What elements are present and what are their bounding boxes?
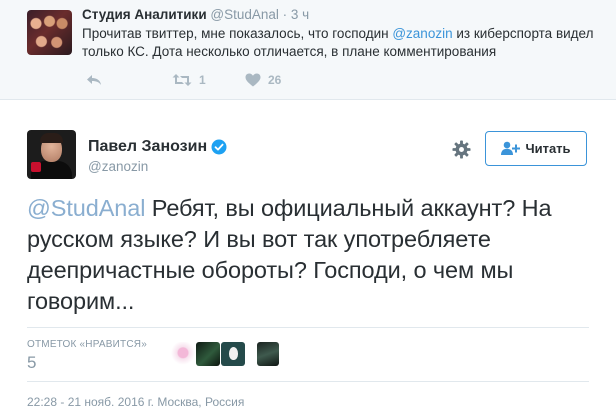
liker-avatar[interactable] bbox=[221, 342, 245, 366]
heart-icon bbox=[245, 73, 261, 87]
parent-author-name[interactable]: Студия Аналитики bbox=[82, 7, 207, 22]
likes-label: ОТМЕТОК «НРАВИТСЯ» bbox=[27, 339, 147, 350]
follow-button[interactable]: Читать bbox=[485, 131, 587, 166]
parent-mention-link[interactable]: @zanozin bbox=[392, 26, 452, 41]
likes-stat[interactable]: ОТМЕТОК «НРАВИТСЯ» 5 bbox=[27, 339, 147, 373]
gear-icon[interactable] bbox=[452, 140, 471, 159]
parent-tweet[interactable]: Студия Аналитики @StudAnal · 3 ч Прочита… bbox=[0, 0, 616, 100]
parent-text-before: Прочитав твиттер, мне показалось, что го… bbox=[82, 26, 393, 41]
parent-separator: · bbox=[282, 7, 288, 22]
reply-icon bbox=[87, 75, 101, 85]
liker-avatar[interactable] bbox=[171, 342, 195, 366]
parent-author-handle[interactable]: @StudAnal bbox=[210, 7, 279, 22]
follow-person-icon bbox=[501, 141, 521, 155]
stats-divider-top bbox=[27, 327, 589, 328]
follow-button-label: Читать bbox=[525, 141, 571, 156]
main-author-name[interactable]: Павел Занозин bbox=[88, 138, 207, 156]
main-tweet-text: @StudAnal Ребят, вы официальный аккаунт?… bbox=[27, 193, 602, 317]
main-mention-link[interactable]: @StudAnal bbox=[27, 195, 145, 221]
main-author-row: Павел Занозин bbox=[88, 138, 227, 156]
stats-divider-bottom bbox=[27, 381, 589, 382]
reply-button[interactable] bbox=[86, 71, 102, 89]
likes-count: 5 bbox=[27, 353, 37, 372]
main-author-handle[interactable]: @zanozin bbox=[88, 159, 148, 174]
retweet-button[interactable]: 1 bbox=[172, 71, 206, 89]
parent-avatar[interactable] bbox=[27, 10, 72, 55]
liker-avatar[interactable] bbox=[196, 342, 220, 366]
tweet-date-location[interactable]: 22:28 - 21 нояб. 2016 г. Москва, Россия bbox=[27, 395, 244, 409]
parent-tweet-text: Прочитав твиттер, мне показалось, что го… bbox=[82, 25, 602, 61]
retweet-icon bbox=[172, 74, 192, 86]
like-button[interactable]: 26 bbox=[245, 71, 281, 89]
main-avatar[interactable] bbox=[27, 130, 76, 179]
liker-avatar[interactable] bbox=[257, 342, 279, 366]
like-count: 26 bbox=[268, 73, 282, 87]
retweet-count: 1 bbox=[199, 73, 206, 87]
parent-timestamp[interactable]: 3 ч bbox=[291, 7, 309, 22]
verified-badge-icon bbox=[211, 139, 227, 155]
parent-tweet-header: Студия Аналитики @StudAnal · 3 ч bbox=[82, 7, 309, 22]
